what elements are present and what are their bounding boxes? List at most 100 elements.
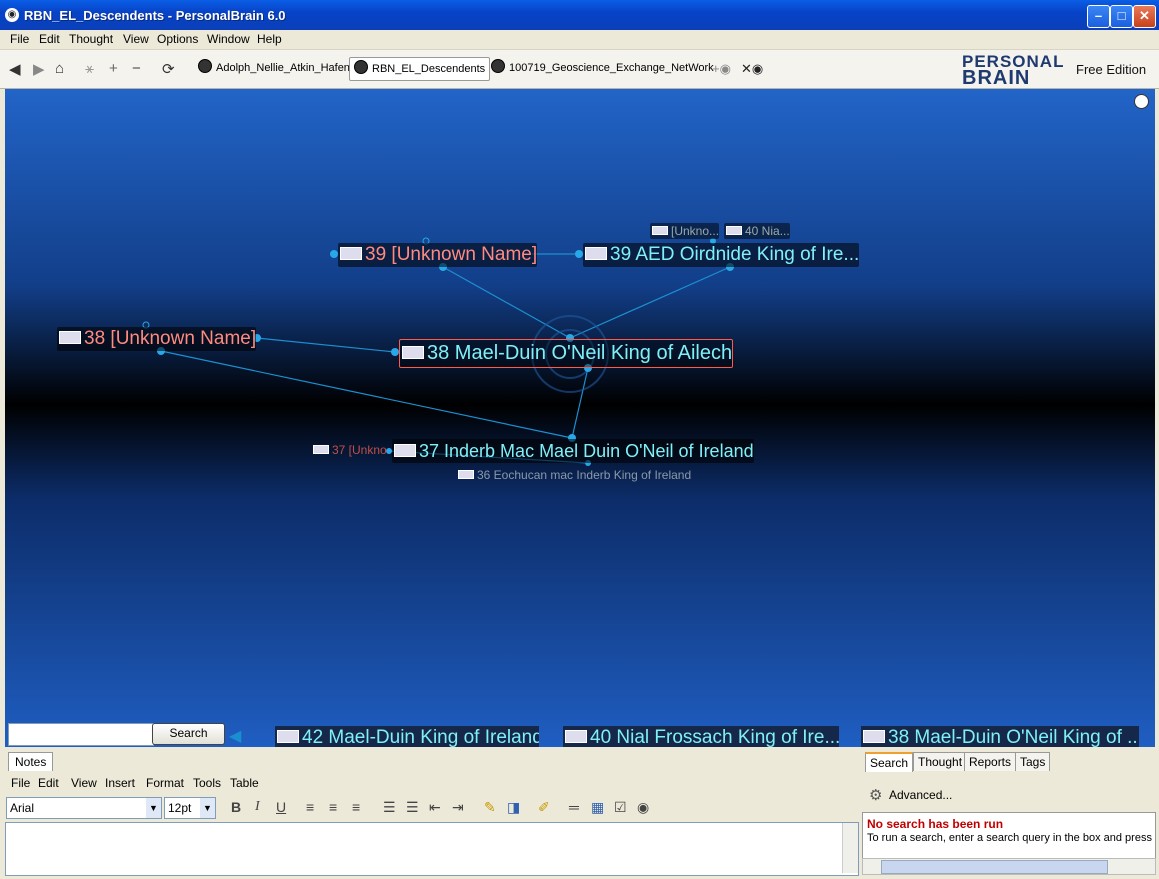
menu-file[interactable]: File [10,32,29,46]
close-brain-icon[interactable]: ✕◉ [741,61,763,77]
notes-menu-format[interactable]: Format [146,776,184,790]
menu-help[interactable]: Help [257,32,282,46]
tab-brain-geoscience[interactable]: 100719_Geoscience_Exchange_NetWork [487,57,718,79]
align-center-icon[interactable]: ≡ [329,799,337,815]
thought-label: 39 AED Oirdnide King of Ire... [610,244,860,265]
plex-search-input[interactable] [8,723,154,746]
menu-edit[interactable]: Edit [39,32,60,46]
brain-icon [491,59,505,73]
pins-arrow-icon[interactable]: ◀ [229,726,241,746]
play-icon[interactable]: ◉ [637,799,649,816]
gear-icon[interactable]: ⚙ [869,786,882,804]
pin-38-mael-duin[interactable]: 38 Mael-Duin O'Neil King of ... [861,726,1139,747]
bullet-list-icon[interactable]: ☰ [383,799,396,816]
zoom-out-icon[interactable]: − [132,60,141,77]
plex-links [142,237,734,466]
close-button[interactable]: ✕ [1133,5,1156,28]
thought-child-small[interactable]: 37 [Unkno [311,442,387,458]
outdent-icon[interactable]: ⇤ [429,799,441,816]
notes-menu-tools[interactable]: Tools [193,776,221,790]
brain-icon [354,60,368,74]
underline-button[interactable]: U [276,799,286,815]
notes-menu-insert[interactable]: Insert [105,776,135,790]
scrollbar-thumb[interactable] [881,860,1108,874]
brain-icon [198,59,212,73]
thought-grandparent-small[interactable]: 40 Nia... [724,223,790,239]
thought-parent-aed[interactable]: 39 AED Oirdnide King of Ire... [583,243,860,267]
personalbrain-logo: PERSONAL BRAIN [962,53,1064,88]
zoom-in-icon[interactable]: + [109,60,118,77]
refresh-icon[interactable]: ⟳ [162,60,175,78]
thought-icon [394,444,416,457]
results-horizontal-scrollbar[interactable] [862,858,1156,875]
thought-parent-unknown[interactable]: 39 [Unknown Name] [338,243,538,267]
align-left-icon[interactable]: ≡ [306,799,314,815]
pin-40-nial-frossach[interactable]: 40 Nial Frossach King of Ire... [563,726,839,747]
align-right-icon[interactable]: ≡ [352,799,360,815]
notes-menu-table[interactable]: Table [230,776,259,790]
thought-active[interactable]: 38 Mael-Duin O'Neil King of Ailech [399,339,734,368]
plex-canvas[interactable]: [Unkno... 40 Nia... 39 [Unknown Name] 39… [5,89,1155,747]
search-panel: Search Thought Reports Tags ⚙ Advanced..… [862,748,1156,876]
chevron-down-icon: ▼ [146,798,161,818]
notes-menu-file[interactable]: File [11,776,30,790]
thought-grandparent-small[interactable]: [Unkno... [650,223,720,239]
tab-notes[interactable]: Notes [8,752,54,771]
notes-scrollbar[interactable] [842,823,858,873]
tab-brain-rbn[interactable]: RBN_EL_Descendents [349,57,491,81]
insert-table-icon[interactable]: ▦ [591,799,604,816]
thought-label: [Unkno... [671,224,720,238]
back-icon[interactable]: ◀ [9,60,21,78]
italic-button[interactable]: I [255,799,260,815]
notes-editor[interactable] [5,822,859,876]
link-icon[interactable]: ⚹ [85,60,94,77]
tab-label: Adolph_Nellie_Atkin_Hafen [216,62,350,74]
tab-reports[interactable]: Reports [964,752,1017,771]
notes-menu-edit[interactable]: Edit [38,776,59,790]
tab-search[interactable]: Search [865,752,914,772]
menu-bar: File Edit Thought View Options Window He… [0,30,1159,50]
tab-thought[interactable]: Thought [913,752,968,771]
plex-search-button[interactable]: Search [152,723,225,745]
menu-window[interactable]: Window [207,32,250,46]
thought-grandchild[interactable]: 36 Eochucan mac Inderb King of Ireland [456,467,691,483]
thought-jump-unknown[interactable]: 38 [Unknown Name] [57,327,257,351]
maximize-button[interactable]: □ [1110,5,1133,28]
thought-child[interactable]: 37 Inderb Mac Mael Duin O'Neil of Irelan… [392,439,754,463]
add-brain-icon[interactable]: +◉ [712,61,731,77]
notes-menu-view[interactable]: View [71,776,97,790]
minimize-button[interactable]: – [1087,5,1110,28]
numbered-list-icon[interactable]: ☰ [406,799,419,816]
pin-42-mael-duin[interactable]: 42 Mael-Duin King of Ireland [275,726,539,747]
thought-icon [402,346,424,359]
bold-button[interactable]: B [231,799,241,815]
thought-icon [585,247,607,260]
thought-icon [313,445,329,454]
forward-icon[interactable]: ▶ [33,60,45,78]
format-painter-icon[interactable]: ✐ [538,799,550,816]
highlight-icon[interactable]: ◨ [507,799,520,816]
tab-tags[interactable]: Tags [1015,752,1051,771]
menu-options[interactable]: Options [157,32,198,46]
spellcheck-icon[interactable]: ✎ [484,799,496,816]
thought-label: 37 [Unkno [332,443,387,457]
thought-label: 38 [Unknown Name] [84,328,257,349]
font-size-select[interactable]: 12pt ▼ [164,797,216,819]
thought-label: 39 [Unknown Name] [365,244,538,265]
pin-label: 38 Mael-Duin O'Neil King of ... [888,727,1139,747]
home-icon[interactable]: ⌂ [55,60,64,77]
font-family-select[interactable]: Arial ▼ [6,797,162,819]
edition-label: Free Edition [1076,62,1147,77]
plex-settings-icon[interactable] [1134,94,1149,109]
title-bar: ◉ RBN_EL_Descendents - PersonalBrain 6.0… [0,0,1159,30]
indent-icon[interactable]: ⇥ [452,799,464,816]
advanced-link[interactable]: Advanced... [889,788,952,802]
thought-icon [863,730,885,743]
tab-brain-adolph[interactable]: Adolph_Nellie_Atkin_Hafen [194,57,354,79]
horizontal-rule-icon[interactable]: ═ [569,799,579,815]
menu-view[interactable]: View [123,32,149,46]
thought-icon [652,226,668,235]
checkbox-icon[interactable]: ☑ [614,799,627,816]
app-icon[interactable]: ◉ [5,8,19,22]
menu-thought[interactable]: Thought [69,32,113,46]
